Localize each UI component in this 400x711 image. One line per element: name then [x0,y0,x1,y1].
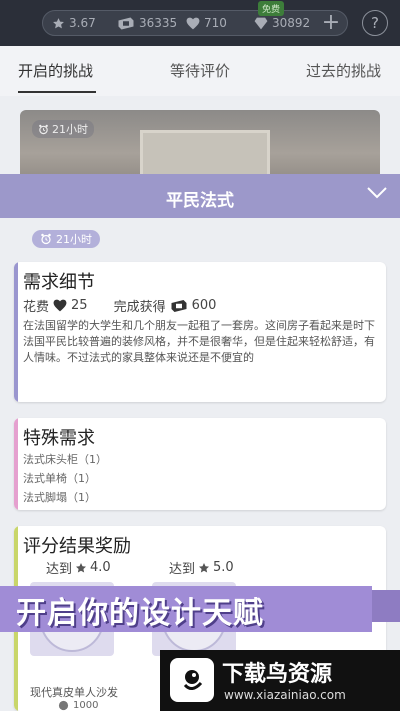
diamond-icon [254,17,268,29]
requirements-card: 需求细节 花费 25 完成获得 600 在法国留学的大学生和几个朋友一起租了一套… [14,262,386,402]
background-timer: 21小时 [32,120,94,138]
bird-logo-icon [170,658,214,702]
reward-label: 完成获得 [113,300,166,315]
star-icon [76,562,87,573]
reward-value: 600 [191,298,217,313]
card-stripe [14,418,18,510]
coupon-value: 36335 [139,16,178,30]
star-icon [199,562,210,573]
background-challenge-card[interactable]: 21小时 [20,110,380,182]
sheet-title: 平民法式 [166,191,234,211]
tab-past-challenges[interactable]: 过去的挑战 [306,60,381,81]
diamond-value: 30892 [272,16,311,30]
tier-score: 5.0 [213,560,234,575]
coupon-stat: 36335 [117,10,177,36]
special-title: 特殊需求 [23,428,95,449]
ticket-icon [171,299,187,312]
special-item: 法式床头柜（1） [23,453,107,466]
card-stripe [14,262,18,402]
special-item: 法式单椅（1） [23,472,96,485]
coin-icon [58,700,69,711]
heart-icon [186,17,200,29]
rewards-title: 评分结果奖励 [23,536,131,557]
reward-tier: 达到 5.0 [169,558,234,577]
watermark-title: 下载鸟资源 [222,662,333,687]
cost-reward-line: 花费 25 完成获得 600 [23,296,216,315]
tier-score: 4.0 [90,560,111,575]
rating-stat: 3.67 [52,10,96,36]
watermark: 下载鸟资源 www.xiazainiao.com [160,650,400,711]
heart-stat: 710 [186,10,227,36]
tier-label: 达到 [46,562,73,577]
heart-icon [53,299,67,312]
star-icon [53,17,64,28]
bird-icon [183,670,203,690]
alarm-clock-icon [39,124,48,134]
heart-value: 710 [204,16,227,30]
requirements-title: 需求细节 [23,272,95,293]
requirements-description: 在法国留学的大学生和几个朋友一起租了一套房。这间房子看起来是时下法国平民比较普遍… [23,319,375,364]
reward-item-name: 现代真皮单人沙发 [30,686,118,699]
alarm-clock-icon [41,233,51,245]
collapse-chevron-icon[interactable] [366,186,388,200]
ticket-icon [118,17,134,29]
cost-label: 花费 [23,300,50,315]
challenge-timer: 21小时 [32,230,100,248]
rating-value: 3.67 [69,16,96,30]
active-tab-indicator [18,91,96,93]
sheet-header: 平民法式 [0,174,400,218]
tier-label: 达到 [169,562,196,577]
diamond-stat: 30892 [254,10,310,36]
promo-text: 开启你的设计天赋 [16,596,264,631]
cost-value: 25 [71,298,88,313]
promo-banner-tab [372,590,400,622]
tab-open-challenges[interactable]: 开启的挑战 [18,60,93,81]
top-status-bar: 3.67 36335 710 免费 30892 + ? [0,0,400,46]
special-item: 法式脚塌（1） [23,491,96,504]
challenge-timer-text: 21小时 [56,233,92,246]
add-currency-button[interactable]: + [316,10,346,36]
reward-item-count-value: 1000 [73,700,99,711]
challenge-tabs: 开启的挑战 等待评价 过去的挑战 [0,46,400,96]
watermark-url: www.xiazainiao.com [224,688,346,702]
reward-tier: 达到 4.0 [46,558,111,577]
reward-item-count: 1000 [58,700,98,711]
tab-awaiting-review[interactable]: 等待评价 [170,60,230,81]
special-requirements-card: 特殊需求 法式床头柜（1） 法式单椅（1） 法式脚塌（1） [14,418,386,510]
help-button[interactable]: ? [362,10,388,36]
background-timer-text: 21小时 [52,123,88,136]
